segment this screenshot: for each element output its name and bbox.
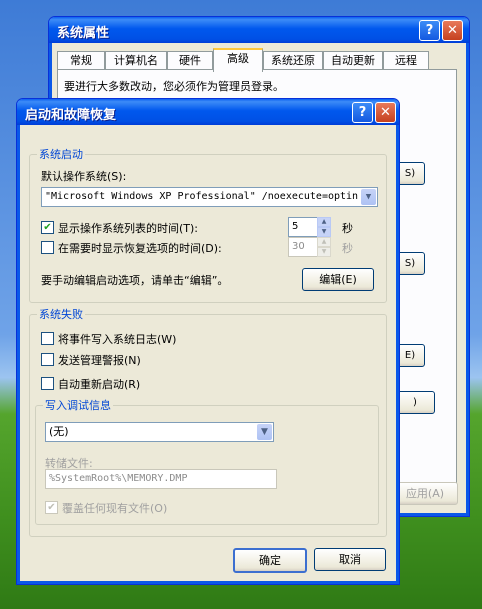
write-event-checkbox[interactable] — [41, 332, 54, 345]
seconds-unit-2: 秒 — [342, 242, 353, 255]
help-icon[interactable]: ? — [419, 20, 440, 41]
ok-button[interactable]: 确定 — [233, 548, 307, 573]
show-recovery-seconds-value: 30 — [292, 241, 305, 252]
send-alert-label: 发送管理警报(N) — [58, 354, 141, 367]
system-properties-titlebar[interactable]: 系统属性 ? ✕ — [49, 17, 469, 43]
send-alert-checkbox[interactable] — [41, 353, 54, 366]
show-os-list-checkbox[interactable]: ✔ — [41, 221, 54, 234]
dump-file-field[interactable]: %SystemRoot%\MEMORY.DMP — [45, 469, 277, 489]
debug-info-select[interactable]: (无) ▼ — [45, 422, 274, 442]
show-recovery-label: 在需要时显示恢复选项的时间(D): — [58, 242, 222, 255]
spin-up-icon[interactable]: ▲ — [317, 217, 331, 227]
default-os-select[interactable]: "Microsoft Windows XP Professional" /noe… — [41, 187, 378, 207]
chevron-down-icon[interactable]: ▼ — [257, 424, 272, 440]
edit-button[interactable]: 编辑(E) — [302, 268, 374, 291]
debug-info-label: 写入调试信息 — [43, 397, 113, 413]
tab-automatic-updates[interactable]: 自动更新 — [323, 51, 383, 70]
dialog-help-icon[interactable]: ? — [352, 102, 373, 123]
spin-down-icon-disabled[interactable]: ▼ — [317, 247, 331, 257]
tab-hardware[interactable]: 硬件 — [167, 51, 213, 70]
tab-advanced[interactable]: 高级 — [213, 48, 263, 72]
apply-button[interactable]: 应用(A) — [392, 482, 458, 505]
show-recovery-spinner[interactable]: ▲ ▼ — [317, 237, 331, 257]
show-os-list-spinner[interactable]: ▲ ▼ — [317, 217, 331, 237]
show-os-list-seconds[interactable]: 5 — [288, 217, 319, 237]
system-failure-label: 系统失败 — [37, 306, 85, 322]
tab-remote[interactable]: 远程 — [383, 51, 429, 70]
tab-general[interactable]: 常规 — [57, 51, 105, 70]
chevron-down-icon[interactable]: ▼ — [361, 189, 376, 205]
seconds-unit-1: 秒 — [342, 222, 353, 235]
dialog-title: 启动和故障恢复 — [25, 108, 117, 123]
default-os-label: 默认操作系统(S): — [41, 170, 127, 183]
admin-note: 要进行大多数改动，您必须作为管理员登录。 — [64, 80, 284, 93]
show-os-list-label: 显示操作系统列表的时间(T): — [58, 222, 199, 235]
edit-hint: 要手动编辑启动选项，请单击“编辑”。 — [41, 274, 229, 287]
auto-restart-checkbox[interactable] — [41, 377, 54, 390]
spin-up-icon-disabled[interactable]: ▲ — [317, 237, 331, 247]
write-event-label: 将事件写入系统日志(W) — [58, 333, 177, 346]
auto-restart-label: 自动重新启动(R) — [58, 378, 141, 391]
system-properties-title: 系统属性 — [57, 26, 110, 41]
overwrite-label: 覆盖任何现有文件(O) — [62, 502, 168, 515]
dump-file-value: %SystemRoot%\MEMORY.DMP — [49, 473, 188, 484]
bg-env-button[interactable]: ) — [395, 391, 435, 414]
cancel-button[interactable]: 取消 — [314, 548, 386, 571]
show-recovery-checkbox[interactable] — [41, 241, 54, 254]
overwrite-checkbox[interactable]: ✔ — [45, 501, 58, 514]
tab-computer-name[interactable]: 计算机名 — [105, 51, 167, 70]
close-icon[interactable]: ✕ — [442, 20, 463, 41]
default-os-value: "Microsoft Windows XP Professional" /noe… — [45, 191, 359, 202]
system-startup-label: 系统启动 — [37, 146, 85, 162]
startup-recovery-titlebar[interactable]: 启动和故障恢复 ? ✕ — [17, 99, 399, 125]
spin-down-icon[interactable]: ▼ — [317, 227, 331, 237]
show-recovery-seconds[interactable]: 30 — [288, 237, 319, 257]
show-os-list-seconds-value: 5 — [292, 221, 299, 232]
debug-info-value: (无) — [49, 425, 69, 438]
tab-system-restore[interactable]: 系统还原 — [263, 51, 323, 70]
dialog-close-icon[interactable]: ✕ — [375, 102, 396, 123]
startup-recovery-dialog: 启动和故障恢复 ? ✕ 系统启动 默认操作系统(S): "Microsoft W… — [16, 98, 400, 585]
